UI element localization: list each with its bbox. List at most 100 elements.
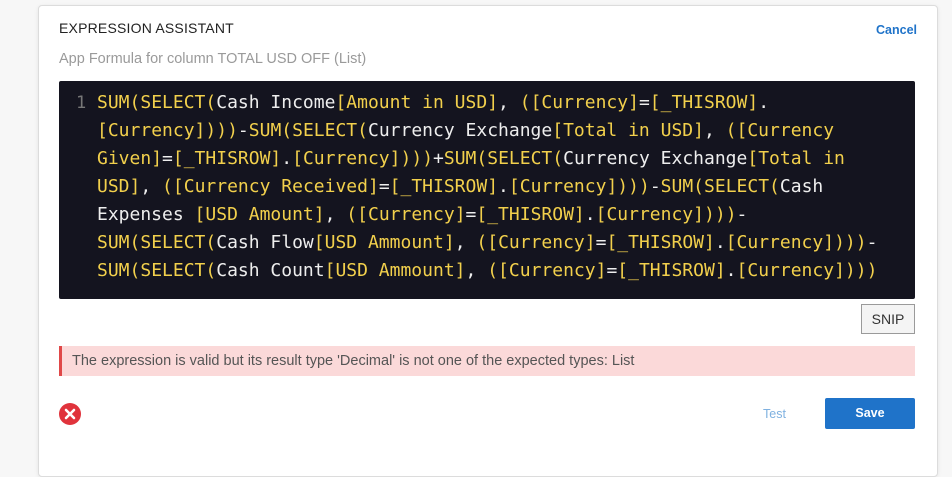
code-token: = [638, 92, 650, 113]
code-token: ) [855, 260, 867, 281]
code-token: , [454, 232, 477, 253]
code-token: . [584, 204, 596, 225]
code-token: ) [638, 176, 650, 197]
expression-code[interactable]: SUM(SELECT(Cash Income[Amount in USD], (… [97, 89, 907, 285]
code-line: [Currency])))-SUM(SELECT(Currency Exchan… [97, 117, 907, 145]
code-keyword: SUM [660, 176, 694, 197]
code-token: ] [693, 204, 704, 225]
line-number: 1 [76, 93, 87, 113]
code-token: ( [346, 204, 358, 225]
code-keyword: Currency [367, 204, 455, 225]
code-keyword: SUM [248, 120, 282, 141]
code-token: ] [595, 260, 607, 281]
code-token: - [736, 204, 748, 225]
code-keyword: USD Ammount [324, 232, 444, 253]
code-token: [ [172, 176, 184, 197]
code-token: ] [584, 232, 596, 253]
cancel-button[interactable]: Cancel [876, 23, 917, 37]
code-token: [ [747, 148, 759, 169]
code-keyword: Amount in USD [346, 92, 488, 113]
code-token: ) [617, 176, 629, 197]
snip-button[interactable]: SNIP [861, 304, 915, 334]
code-token: . [758, 92, 770, 113]
code-token: ] [714, 260, 726, 281]
code-keyword: SELECT [704, 176, 770, 197]
code-keyword: SUM [97, 92, 130, 113]
error-message: The expression is valid but its result t… [59, 346, 915, 376]
code-token: ) [205, 120, 217, 141]
code-token: . [498, 176, 509, 197]
code-keyword: Currency [498, 232, 585, 253]
code-token: ) [216, 120, 228, 141]
code-keyword: SELECT [292, 120, 358, 141]
code-token: , [465, 260, 488, 281]
code-token: ) [855, 232, 867, 253]
code-token: , [140, 176, 163, 197]
code-token: - [237, 120, 249, 141]
code-token: Currency Exchange [563, 148, 748, 169]
code-token: ( [129, 232, 141, 253]
code-keyword: USD Ammount [335, 260, 455, 281]
code-token: ] [487, 92, 499, 113]
code-token: ] [367, 176, 379, 197]
code-token: [ [595, 204, 607, 225]
code-token: [ [194, 204, 206, 225]
code-token: [ [617, 260, 629, 281]
code-keyword: Currency Received [183, 176, 368, 197]
code-token: ] [313, 204, 325, 225]
code-keyword: USD [97, 176, 130, 197]
code-keyword: Currency [519, 176, 607, 197]
code-keyword: _THISROW [628, 260, 715, 281]
code-token: . [725, 260, 737, 281]
code-keyword: SELECT [140, 260, 206, 281]
dialog-subtitle: App Formula for column TOTAL USD OFF (Li… [59, 51, 367, 67]
code-line: SUM(SELECT(Cash Count[USD Ammount], ([Cu… [97, 257, 907, 285]
code-keyword: Currency [747, 260, 835, 281]
close-circle-icon[interactable] [59, 403, 81, 425]
code-token: [ [508, 176, 520, 197]
code-keyword: Currency [107, 120, 195, 141]
expression-editor[interactable]: 1 SUM(SELECT(Cash Income[Amount in USD],… [59, 81, 915, 299]
test-button[interactable]: Test [763, 407, 786, 421]
code-token: . [281, 148, 293, 169]
code-keyword: SELECT [140, 92, 206, 113]
code-keyword: Currency [736, 232, 824, 253]
code-token: ] [704, 232, 715, 253]
code-keyword: Currency [606, 204, 694, 225]
code-token: [ [725, 232, 737, 253]
code-token: ] [487, 176, 499, 197]
code-keyword: Currency [747, 120, 835, 141]
code-token: ( [162, 176, 173, 197]
code-token: ] [454, 204, 466, 225]
code-keyword: _THISROW [400, 176, 488, 197]
code-token: ( [552, 148, 564, 169]
code-token: [ [552, 120, 564, 141]
code-keyword: Currency [541, 92, 629, 113]
code-token: [ [172, 148, 184, 169]
code-keyword: Total in [758, 148, 845, 169]
code-token: ) [844, 260, 856, 281]
code-token: [ [487, 232, 499, 253]
code-token: ] [389, 148, 401, 169]
code-keyword: Given [97, 148, 152, 169]
code-token: - [866, 232, 878, 253]
code-token: ) [422, 148, 434, 169]
code-token: ( [476, 232, 488, 253]
code-keyword: USD Amount [205, 204, 314, 225]
code-token: ] [693, 120, 704, 141]
code-keyword: _THISROW [617, 232, 704, 253]
code-token: ] [151, 148, 163, 169]
code-token: ) [714, 204, 726, 225]
expression-assistant-dialog: EXPRESSION ASSISTANT Cancel App Formula … [38, 5, 938, 477]
code-token: ] [573, 204, 585, 225]
code-token: , [703, 120, 726, 141]
code-token: Cash Income [216, 92, 336, 113]
save-button[interactable]: Save [825, 398, 915, 429]
code-token: ( [476, 148, 488, 169]
code-token: ) [844, 232, 856, 253]
code-token: [ [476, 204, 488, 225]
code-token: [ [313, 232, 325, 253]
dialog-title: EXPRESSION ASSISTANT [59, 20, 234, 36]
code-token: ( [357, 120, 368, 141]
code-token: ( [487, 260, 499, 281]
